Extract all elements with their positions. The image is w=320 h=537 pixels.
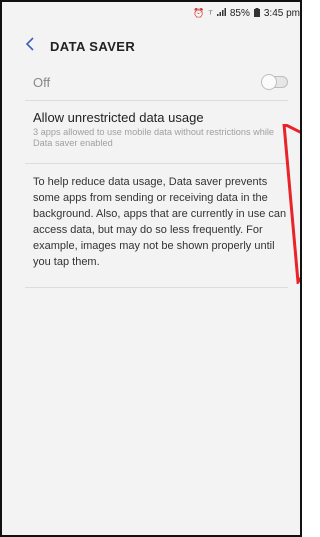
unrestricted-data-usage-item[interactable]: Allow unrestricted data usage 3 apps all… xyxy=(2,106,300,160)
divider xyxy=(25,163,288,164)
divider xyxy=(25,100,288,101)
battery-icon xyxy=(253,7,260,19)
data-saver-toggle-row[interactable]: Off xyxy=(2,68,300,96)
switch-knob xyxy=(261,74,277,90)
back-button[interactable] xyxy=(10,24,50,68)
signal-icon xyxy=(216,8,226,18)
alarm-icon: ⏰ xyxy=(193,7,205,18)
data-saver-description: To help reduce data usage, Data saver pr… xyxy=(33,176,287,268)
divider xyxy=(25,287,288,288)
page-title: DATA SAVER xyxy=(50,38,136,54)
screen: ⏰ ⸆ 85% 3:45 pm DATA SAVER Off Allow unr… xyxy=(0,0,302,537)
annotation-arrow-icon xyxy=(280,121,300,289)
battery-percent: 85% xyxy=(229,7,250,19)
app-bar: DATA SAVER xyxy=(2,24,300,68)
clock: 3:45 pm xyxy=(263,7,300,19)
4g-icon: ⸆ xyxy=(208,8,213,19)
chevron-left-icon xyxy=(25,36,35,56)
data-saver-state-label: Off xyxy=(33,74,51,90)
unrestricted-data-usage-subtitle: 3 apps allowed to use mobile data withou… xyxy=(33,127,275,148)
status-bar: ⏰ ⸆ 85% 3:45 pm xyxy=(2,2,300,24)
data-saver-switch[interactable] xyxy=(261,74,288,90)
unrestricted-data-usage-title: Allow unrestricted data usage xyxy=(33,110,204,125)
